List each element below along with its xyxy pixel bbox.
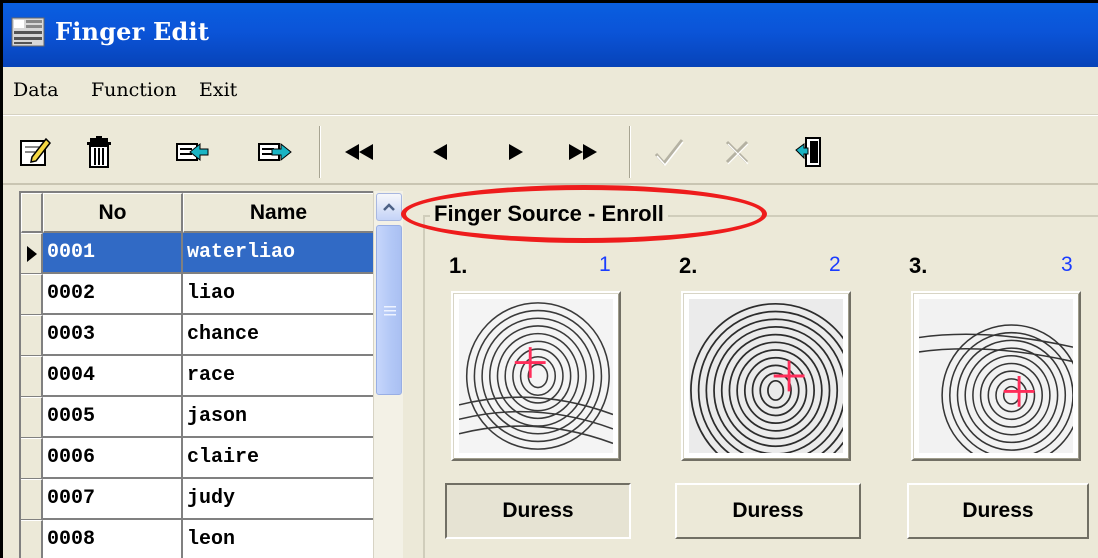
cell-name[interactable]: claire	[183, 438, 375, 479]
table-row[interactable]: 0001 waterliao	[21, 233, 375, 274]
row-indicator	[21, 397, 43, 438]
menu-exit[interactable]: Exit	[199, 79, 237, 101]
edit-button[interactable]	[13, 130, 57, 174]
cell-no[interactable]: 0003	[43, 315, 183, 356]
user-grid: No Name 0001 waterliao 0002 liao 0003 ch…	[19, 191, 375, 558]
table-row[interactable]: 0007 judy	[21, 479, 375, 520]
title-bar: Finger Edit	[3, 3, 1098, 67]
finger-slot-3-index: 3	[1061, 253, 1073, 276]
edit-icon	[20, 137, 51, 166]
fingerprint-slot-1[interactable]	[451, 291, 621, 461]
next-record-icon	[509, 144, 523, 160]
cell-name[interactable]: liao	[183, 274, 375, 315]
finger-slot-2-index: 2	[829, 253, 841, 276]
cell-no[interactable]: 0005	[43, 397, 183, 438]
duress-button-2[interactable]: Duress	[675, 483, 861, 539]
chevron-up-icon	[383, 203, 395, 211]
fingerprint-slot-3[interactable]	[911, 291, 1081, 461]
post-button[interactable]	[647, 130, 691, 174]
delete-icon	[87, 136, 111, 168]
export-button[interactable]	[253, 130, 297, 174]
row-indicator	[21, 479, 43, 520]
cell-no[interactable]: 0002	[43, 274, 183, 315]
menu-data[interactable]: Data	[13, 79, 59, 101]
grid-vertical-scrollbar[interactable]	[373, 191, 403, 558]
prior-record-button[interactable]	[419, 130, 463, 174]
table-row[interactable]: 0008 leon	[21, 520, 375, 558]
post-check-icon	[654, 139, 684, 167]
column-header-no[interactable]: No	[43, 193, 183, 233]
finger-slot-3-label: 3.	[909, 253, 928, 278]
delete-button[interactable]	[77, 130, 121, 174]
next-record-button[interactable]	[493, 130, 537, 174]
first-record-button[interactable]	[337, 130, 381, 174]
fingerprint-slot-2[interactable]	[681, 291, 851, 461]
app-icon	[11, 17, 45, 47]
table-row[interactable]: 0002 liao	[21, 274, 375, 315]
cell-no[interactable]: 0006	[43, 438, 183, 479]
exit-button[interactable]	[787, 130, 831, 174]
last-record-button[interactable]	[561, 130, 605, 174]
scroll-up-button[interactable]	[376, 193, 402, 221]
import-icon	[176, 142, 209, 162]
header-indicator	[21, 193, 43, 233]
cell-name[interactable]: chance	[183, 315, 375, 356]
last-record-icon	[569, 144, 597, 160]
finger-source-title: Finger Source - Enroll	[430, 201, 668, 227]
current-row-arrow-icon	[27, 246, 37, 262]
cell-no[interactable]: 0004	[43, 356, 183, 397]
finger-edit-window: Finger Edit Data Function Exit No Name 0…	[0, 0, 1098, 558]
cell-name[interactable]: leon	[183, 520, 375, 558]
table-row[interactable]: 0004 race	[21, 356, 375, 397]
fingerprint-image	[689, 299, 843, 453]
toolbar-separator	[629, 126, 631, 178]
cell-name[interactable]: judy	[183, 479, 375, 520]
row-indicator	[21, 356, 43, 397]
table-row[interactable]: 0006 claire	[21, 438, 375, 479]
window-title: Finger Edit	[55, 17, 210, 46]
toolbar-separator	[319, 126, 321, 178]
prior-record-icon	[433, 144, 447, 160]
exit-door-icon	[795, 137, 821, 167]
import-button[interactable]	[171, 130, 215, 174]
grip-icon	[384, 306, 396, 316]
duress-button-1[interactable]: Duress	[445, 483, 631, 539]
cancel-button[interactable]	[715, 130, 759, 174]
scroll-thumb[interactable]	[376, 225, 402, 395]
cell-name[interactable]: race	[183, 356, 375, 397]
grid-header: No Name	[21, 193, 375, 233]
row-indicator	[21, 315, 43, 356]
column-header-name[interactable]: Name	[183, 193, 375, 233]
row-indicator	[21, 233, 43, 274]
row-indicator	[21, 274, 43, 315]
table-row[interactable]: 0003 chance	[21, 315, 375, 356]
first-record-icon	[345, 144, 373, 160]
cell-no[interactable]: 0008	[43, 520, 183, 558]
table-row[interactable]: 0005 jason	[21, 397, 375, 438]
cell-name[interactable]: jason	[183, 397, 375, 438]
fingerprint-image	[459, 299, 613, 453]
finger-slot-1-label: 1.	[449, 253, 468, 278]
finger-slot-2-label: 2.	[679, 253, 698, 278]
cancel-icon	[725, 140, 749, 165]
toolbar	[3, 115, 1098, 185]
export-icon	[258, 142, 292, 162]
row-indicator	[21, 438, 43, 479]
row-indicator	[21, 520, 43, 558]
menu-bar: Data Function Exit	[3, 67, 1098, 115]
menu-function[interactable]: Function	[91, 79, 177, 101]
cell-name[interactable]: waterliao	[183, 233, 375, 274]
fingerprint-image	[919, 299, 1073, 453]
duress-button-3[interactable]: Duress	[907, 483, 1089, 539]
cell-no[interactable]: 0007	[43, 479, 183, 520]
finger-slot-1-index: 1	[599, 253, 611, 276]
cell-no[interactable]: 0001	[43, 233, 183, 274]
